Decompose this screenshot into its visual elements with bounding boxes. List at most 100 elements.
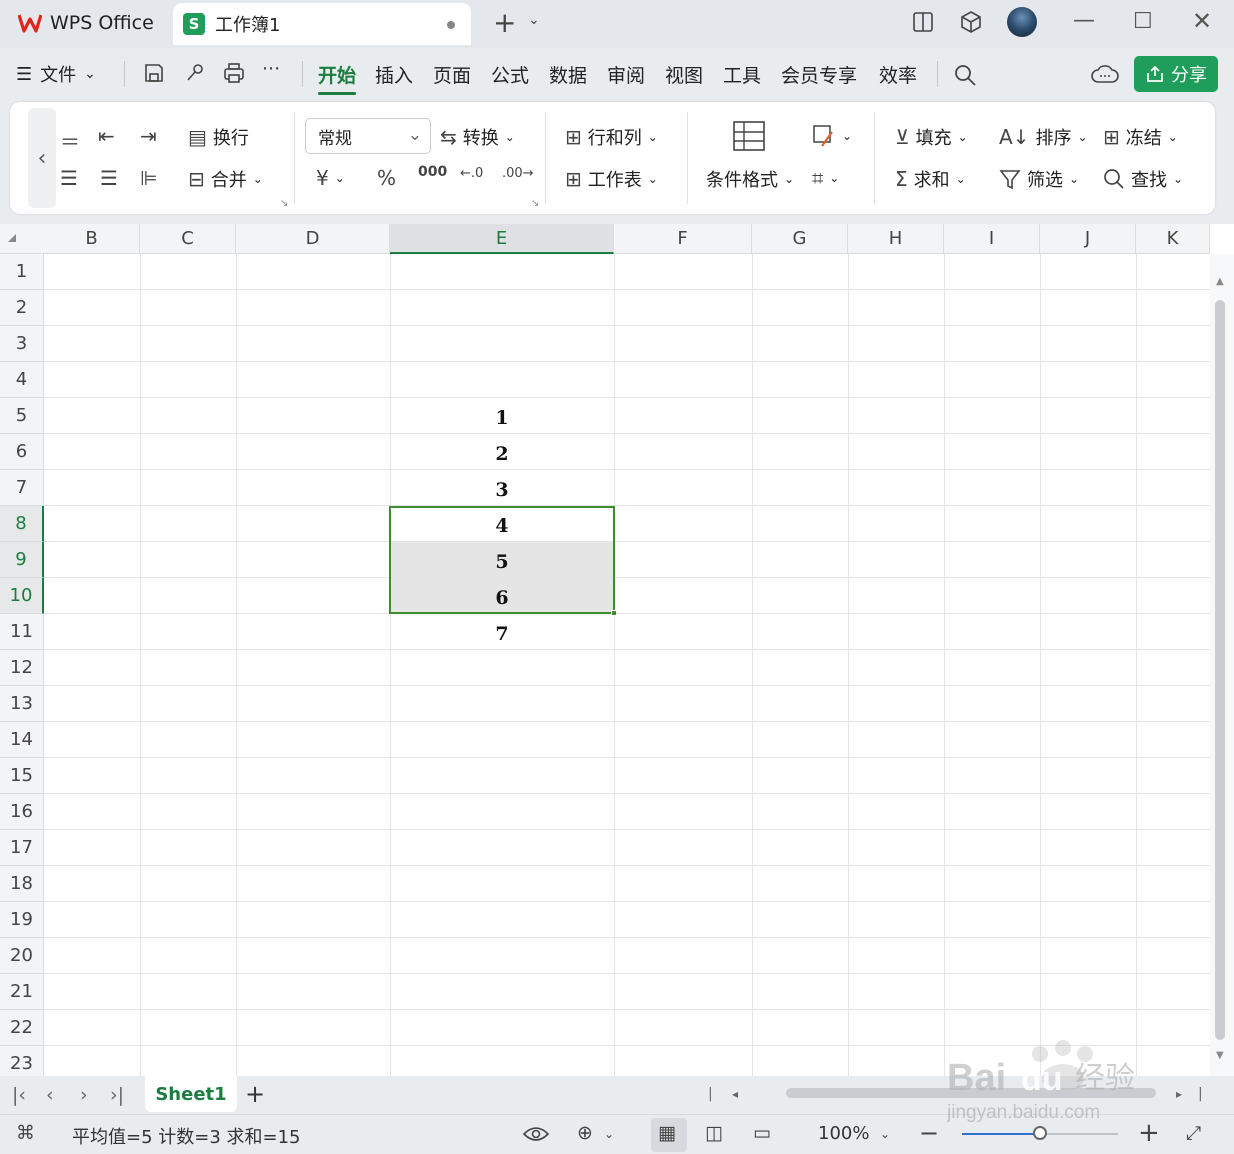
- fill-handle[interactable]: [611, 610, 617, 616]
- scroll-down-icon[interactable]: ▼: [1216, 1050, 1224, 1061]
- row-header-2[interactable]: 2: [0, 290, 44, 326]
- dialog-launcher-icon[interactable]: ↘: [531, 198, 539, 209]
- currency-button[interactable]: ¥ ⌄: [316, 166, 345, 190]
- print-icon[interactable]: [222, 62, 246, 84]
- select-all-icon[interactable]: [8, 234, 16, 242]
- row-header-21[interactable]: 21: [0, 974, 44, 1010]
- column-header-h[interactable]: H: [848, 224, 944, 254]
- crosshair-icon[interactable]: ⊕: [577, 1122, 593, 1144]
- search-icon[interactable]: [953, 63, 977, 87]
- column-header-k[interactable]: K: [1136, 224, 1210, 254]
- splitter-icon[interactable]: |: [1198, 1086, 1203, 1102]
- row-header-11[interactable]: 11: [0, 614, 44, 650]
- freeze-button[interactable]: ⊞ 冻结 ⌄: [1103, 124, 1178, 150]
- macro-icon[interactable]: ⌘: [16, 1122, 35, 1144]
- thousands-separator-icon[interactable]: 000: [418, 164, 447, 180]
- convert-button[interactable]: ⇆ 转换 ⌄: [440, 124, 515, 150]
- find-button[interactable]: 查找 ⌄: [1103, 166, 1183, 192]
- tab-tools[interactable]: 工具: [723, 61, 761, 88]
- column-header-c[interactable]: C: [140, 224, 236, 254]
- row-header-8[interactable]: 8: [0, 506, 44, 542]
- tab-data[interactable]: 数据: [549, 61, 587, 88]
- decrease-decimal-icon[interactable]: .00→: [502, 166, 534, 181]
- first-sheet-icon[interactable]: |‹: [12, 1084, 26, 1106]
- normal-view-icon[interactable]: ▦: [658, 1122, 676, 1144]
- maximize-icon[interactable]: ☐: [1133, 9, 1153, 34]
- row-header-3[interactable]: 3: [0, 326, 44, 362]
- conditional-format-button[interactable]: 条件格式 ⌄: [706, 166, 794, 192]
- tab-member[interactable]: 会员专享: [781, 61, 857, 88]
- last-sheet-icon[interactable]: ›|: [110, 1084, 124, 1106]
- column-header-g[interactable]: G: [752, 224, 848, 254]
- number-format-select[interactable]: 常规 ⌄: [305, 118, 431, 154]
- cell-style-button[interactable]: ⌄: [812, 124, 852, 148]
- document-tab[interactable]: S 工作簿1: [173, 3, 471, 45]
- row-header-18[interactable]: 18: [0, 866, 44, 902]
- add-sheet-button[interactable]: +: [245, 1080, 265, 1108]
- eye-icon[interactable]: [523, 1125, 549, 1143]
- row-header-16[interactable]: 16: [0, 794, 44, 830]
- row-header-9[interactable]: 9: [0, 542, 44, 578]
- page-layout-view-icon[interactable]: ▭: [753, 1122, 771, 1144]
- row-header-23[interactable]: 23: [0, 1046, 44, 1076]
- decrease-indent-icon[interactable]: ⇤: [98, 124, 115, 148]
- more-icon[interactable]: ···: [262, 58, 280, 80]
- row-header-6[interactable]: 6: [0, 434, 44, 470]
- row-header-22[interactable]: 22: [0, 1010, 44, 1046]
- column-header-i[interactable]: I: [944, 224, 1040, 254]
- unsaved-dot-icon[interactable]: [447, 21, 455, 29]
- rows-columns-button[interactable]: ⊞ 行和列 ⌄: [565, 124, 658, 150]
- column-header-d[interactable]: D: [236, 224, 390, 254]
- chevron-down-icon[interactable]: ⌄: [604, 1127, 614, 1141]
- next-sheet-icon[interactable]: ›: [80, 1084, 88, 1106]
- tab-view[interactable]: 视图: [665, 61, 703, 88]
- distributed-align-icon[interactable]: ⊫: [140, 166, 157, 190]
- worksheet-button[interactable]: ⊞ 工作表 ⌄: [565, 166, 658, 192]
- conditional-format-icon[interactable]: [732, 120, 766, 152]
- percent-icon[interactable]: %: [377, 166, 396, 190]
- save-icon[interactable]: [143, 62, 165, 84]
- user-avatar[interactable]: [1007, 7, 1037, 37]
- tab-efficiency[interactable]: 效率: [879, 61, 917, 88]
- format-painter-icon[interactable]: [184, 62, 206, 84]
- zoom-level[interactable]: 100%: [818, 1123, 869, 1144]
- tab-insert[interactable]: 插入: [375, 61, 413, 88]
- sort-button[interactable]: A↓ 排序 ⌄: [999, 124, 1088, 150]
- vertical-scrollbar[interactable]: ▲ ▼: [1210, 254, 1234, 1076]
- ribbon-scroll-left-button[interactable]: ‹: [28, 108, 56, 208]
- increase-decimal-icon[interactable]: ←.0: [460, 166, 483, 181]
- row-header-19[interactable]: 19: [0, 902, 44, 938]
- row-header-7[interactable]: 7: [0, 470, 44, 506]
- tab-formula[interactable]: 公式: [491, 61, 529, 88]
- row-header-15[interactable]: 15: [0, 758, 44, 794]
- chevron-down-icon[interactable]: ⌄: [880, 1127, 890, 1141]
- row-header-13[interactable]: 13: [0, 686, 44, 722]
- align-center-icon[interactable]: ☰: [60, 166, 78, 190]
- column-header-j[interactable]: J: [1040, 224, 1136, 254]
- share-button[interactable]: 分享: [1134, 56, 1218, 92]
- splitter-icon[interactable]: |: [708, 1086, 713, 1102]
- reading-mode-icon[interactable]: [912, 11, 934, 33]
- row-header-10[interactable]: 10: [0, 578, 44, 614]
- increase-indent-icon[interactable]: ⇥: [140, 124, 157, 148]
- column-header-f[interactable]: F: [614, 224, 752, 254]
- tab-list-chevron-icon[interactable]: ⌄: [528, 12, 540, 28]
- cell-e6[interactable]: 2: [390, 434, 614, 470]
- row-header-20[interactable]: 20: [0, 938, 44, 974]
- cell-e5[interactable]: 1: [390, 398, 614, 434]
- vertical-scroll-thumb[interactable]: [1215, 300, 1225, 1040]
- border-button[interactable]: ⌗ ⌄: [812, 166, 839, 190]
- cell-e11[interactable]: 7: [390, 614, 614, 650]
- tab-page[interactable]: 页面: [433, 61, 471, 88]
- spreadsheet-grid[interactable]: BCDEFGHIJK 1 2 3 4 5 6 7 8 9 10 11 12 13 14 15 16 17 18 19…: [0, 224, 1234, 1076]
- scroll-right-icon[interactable]: ▸: [1176, 1087, 1182, 1101]
- column-header-e[interactable]: E: [390, 224, 614, 254]
- tab-review[interactable]: 审阅: [607, 61, 645, 88]
- row-header-17[interactable]: 17: [0, 830, 44, 866]
- row-header-14[interactable]: 14: [0, 722, 44, 758]
- zoom-out-icon[interactable]: −: [919, 1119, 939, 1147]
- sheet-tab-sheet1[interactable]: Sheet1: [145, 1076, 237, 1112]
- tab-home[interactable]: 开始: [318, 61, 356, 88]
- wrap-text-button[interactable]: ▤ 换行: [188, 124, 249, 150]
- fill-button[interactable]: ⊻ 填充 ⌄: [895, 124, 968, 150]
